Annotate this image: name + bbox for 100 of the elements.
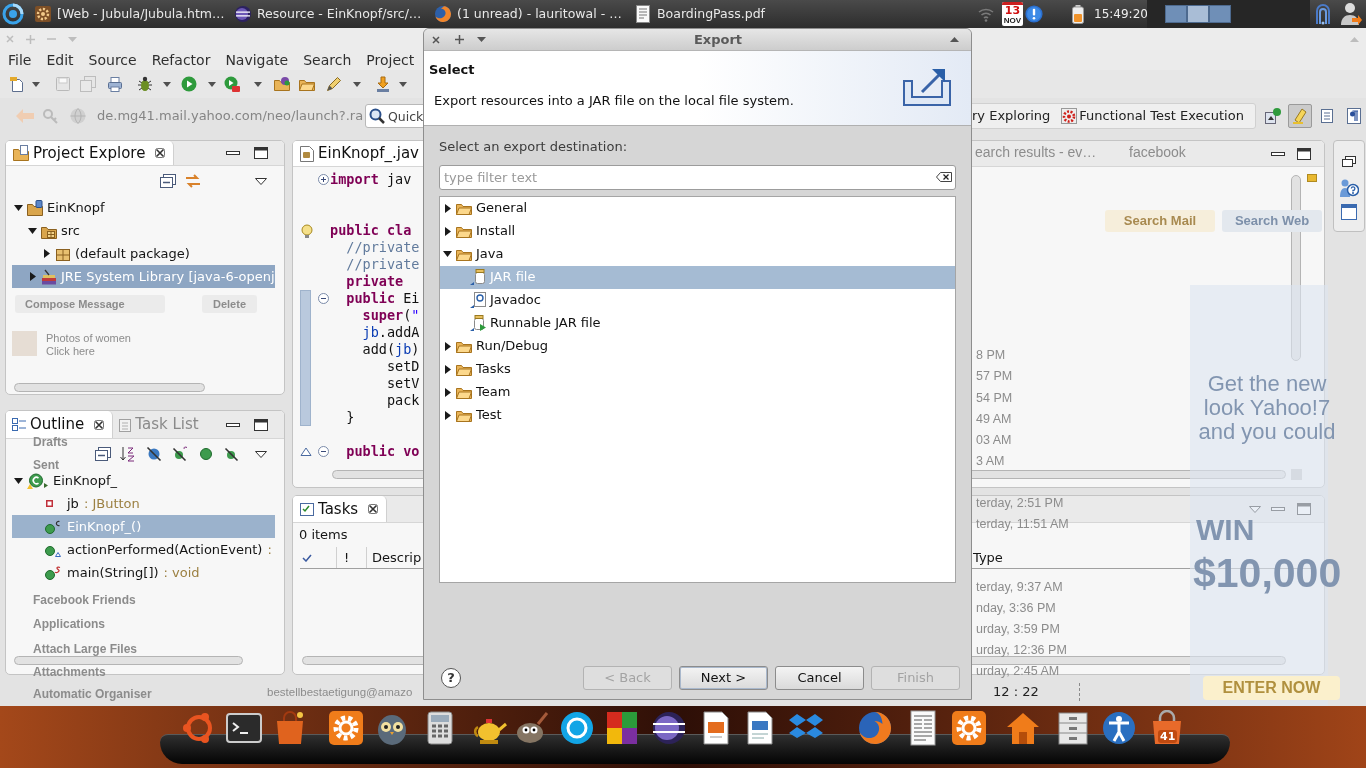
sort-az-icon[interactable] bbox=[120, 446, 136, 462]
caret-right-icon[interactable] bbox=[444, 410, 451, 420]
menu-item[interactable]: File bbox=[8, 51, 32, 69]
plus-icon[interactable] bbox=[455, 35, 464, 44]
new-file-icon[interactable] bbox=[9, 76, 25, 92]
tree-item[interactable]: Javadoc bbox=[440, 288, 955, 312]
house-icon[interactable] bbox=[1005, 710, 1041, 746]
minimize-icon[interactable] bbox=[226, 422, 240, 427]
menu-item[interactable]: Navigate bbox=[225, 51, 289, 69]
bug-icon[interactable] bbox=[137, 76, 153, 92]
caret-down-icon[interactable] bbox=[28, 227, 37, 234]
horizontal-scrollbar[interactable] bbox=[14, 382, 205, 392]
tree-item[interactable]: jb : JButton bbox=[12, 492, 275, 515]
close-icon[interactable] bbox=[94, 419, 105, 430]
horizontal-scrollbar[interactable] bbox=[14, 655, 243, 665]
tree-item[interactable]: Team bbox=[440, 380, 955, 404]
battery-icon[interactable] bbox=[1072, 4, 1084, 24]
folder-icon[interactable] bbox=[299, 77, 315, 91]
caret-down-icon[interactable] bbox=[443, 251, 452, 257]
dialog-button[interactable]: Cancel bbox=[775, 666, 864, 690]
tree-item[interactable]: (default package) bbox=[12, 242, 275, 265]
play-toolbox-icon[interactable] bbox=[224, 76, 240, 92]
caret-down-icon[interactable] bbox=[32, 81, 40, 87]
printer-icon[interactable] bbox=[107, 76, 123, 92]
close-icon[interactable] bbox=[368, 504, 379, 514]
tree-item[interactable]: Run/Debug bbox=[440, 334, 955, 358]
caret-down-icon[interactable] bbox=[163, 81, 171, 87]
circled-plus-icon[interactable] bbox=[318, 174, 329, 185]
caret-down-icon[interactable] bbox=[254, 81, 262, 87]
pencil-icon[interactable] bbox=[326, 76, 342, 92]
column-header[interactable]: ! bbox=[337, 547, 367, 568]
download-arrow-icon[interactable] bbox=[375, 76, 391, 92]
caret-up-icon[interactable] bbox=[950, 37, 959, 42]
warning-marker[interactable] bbox=[1306, 174, 1317, 182]
caret-right-icon[interactable] bbox=[444, 364, 451, 374]
caret-right-icon[interactable] bbox=[444, 387, 451, 397]
maximize-icon[interactable] bbox=[1297, 147, 1311, 160]
folder-badge-icon[interactable] bbox=[274, 76, 290, 92]
four-squares-icon[interactable] bbox=[604, 710, 640, 746]
caret-right-icon[interactable] bbox=[444, 226, 451, 236]
swirl-logo-icon[interactable] bbox=[2, 3, 24, 25]
caret-down-icon[interactable] bbox=[353, 81, 361, 87]
gear-icon[interactable] bbox=[951, 710, 987, 746]
taskbar-button[interactable]: BoardingPass.pdf bbox=[630, 0, 830, 28]
file-cabinet-icon[interactable] bbox=[1055, 710, 1091, 746]
gear-icon[interactable] bbox=[328, 710, 364, 746]
taskbar-button[interactable]: [Web - Jubula/Jubula.htm… bbox=[30, 0, 230, 28]
caret-right-icon[interactable] bbox=[444, 341, 451, 351]
user-icon[interactable] bbox=[1340, 2, 1362, 26]
maximize-icon[interactable] bbox=[254, 418, 268, 431]
tree-item[interactable]: EinKnopf bbox=[12, 196, 275, 219]
calendar-date[interactable]: 13 NOV bbox=[1002, 2, 1023, 26]
view-menu-icon[interactable] bbox=[255, 177, 267, 185]
clock-text[interactable]: 15:49:20 bbox=[1094, 5, 1147, 23]
fox-globe-icon[interactable] bbox=[857, 710, 893, 746]
striped-sphere-icon[interactable] bbox=[651, 710, 687, 746]
clear-text-icon[interactable] bbox=[936, 171, 952, 182]
person-question-icon[interactable] bbox=[1339, 178, 1359, 198]
workspace-tile[interactable] bbox=[1209, 5, 1231, 23]
taskbar-button[interactable]: (1 unread) - lauritowal - … bbox=[430, 0, 630, 28]
caret-right-icon[interactable] bbox=[43, 249, 50, 258]
view-tab[interactable]: Tasks bbox=[293, 496, 388, 522]
caret-down-icon[interactable] bbox=[14, 477, 23, 484]
caret-down-icon[interactable] bbox=[14, 204, 23, 211]
tree-item[interactable]: Install bbox=[440, 219, 955, 243]
view-tab[interactable]: Project Explore bbox=[6, 141, 175, 165]
help-button[interactable]: ? bbox=[441, 668, 461, 688]
play-icon[interactable] bbox=[181, 76, 197, 92]
dialog-button[interactable]: Next > bbox=[679, 666, 768, 690]
circled-minus-icon[interactable] bbox=[318, 293, 329, 304]
caret-down-icon[interactable] bbox=[208, 81, 216, 87]
tree-item[interactable]: actionPerformed(ActionEvent) : bbox=[12, 538, 275, 561]
menu-item[interactable]: Search bbox=[303, 51, 352, 69]
maximize-icon[interactable] bbox=[254, 147, 268, 159]
view-tab[interactable]: Outline bbox=[6, 411, 114, 438]
perspective-button[interactable]: Functional Test Execution bbox=[1061, 106, 1244, 126]
double-arrow-icon[interactable] bbox=[185, 173, 201, 189]
caret-right-icon[interactable] bbox=[29, 272, 36, 281]
collapse-all-icon[interactable] bbox=[160, 174, 176, 188]
minimize-icon[interactable] bbox=[226, 151, 240, 155]
info-icon[interactable] bbox=[1025, 5, 1043, 23]
crossed-dot-icon[interactable] bbox=[172, 446, 188, 462]
tree-item[interactable]: Test bbox=[440, 403, 955, 427]
crossed-dot-icon[interactable] bbox=[224, 446, 240, 462]
minimize-icon[interactable] bbox=[1271, 151, 1285, 156]
close-icon[interactable] bbox=[432, 35, 440, 44]
menu-item[interactable]: Edit bbox=[46, 51, 74, 69]
tree-item[interactable]: main(String[]) : void bbox=[12, 561, 275, 584]
filter-field[interactable]: type filter text bbox=[439, 164, 956, 190]
restore-window-icon[interactable] bbox=[1342, 156, 1356, 167]
view-menu-icon[interactable] bbox=[255, 450, 267, 458]
terminal-icon[interactable] bbox=[226, 710, 262, 746]
workspace-tile[interactable] bbox=[1165, 5, 1187, 23]
toolbar-toggle[interactable] bbox=[1288, 104, 1312, 128]
ring-icon[interactable] bbox=[559, 710, 595, 746]
person-circle-icon[interactable] bbox=[1101, 710, 1137, 746]
tree-item[interactable]: Runnable JAR file bbox=[440, 311, 955, 335]
menu-item[interactable]: Source bbox=[88, 51, 137, 69]
crossed-circle-icon[interactable] bbox=[146, 446, 162, 462]
dot-icon[interactable] bbox=[200, 448, 212, 460]
